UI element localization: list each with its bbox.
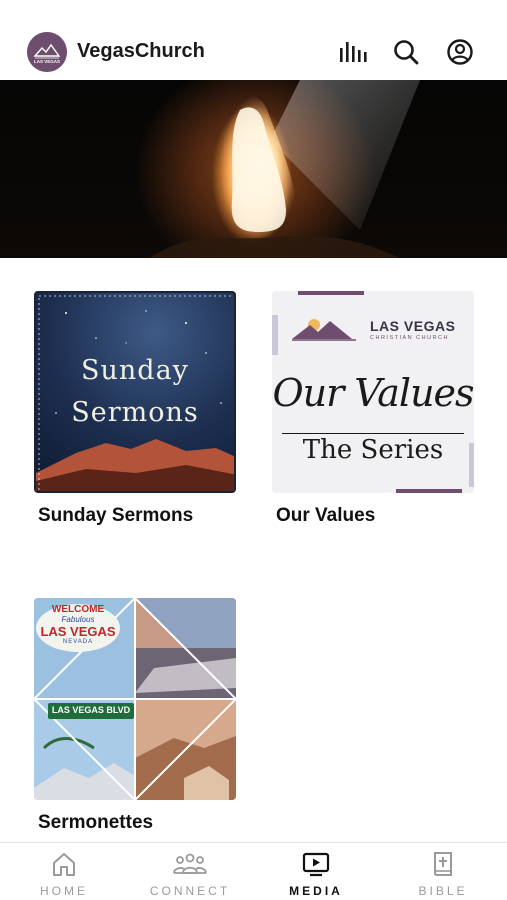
thumb-title-line1: Sunday — [81, 355, 189, 386]
sunday-sermons-thumbnail[interactable]: Sunday Sermons — [34, 291, 236, 493]
card-title[interactable]: Sunday Sermons — [38, 505, 193, 527]
nav-label-home: HOME — [40, 884, 88, 898]
hero-banner-image[interactable] — [0, 80, 507, 258]
nav-label-connect: CONNECT — [149, 884, 231, 898]
app-header: LAS VEGAS VegasChurch — [0, 0, 507, 80]
tv-play-icon — [302, 852, 330, 877]
nav-tab-media[interactable]: MEDIA — [253, 843, 379, 900]
account-icon[interactable] — [444, 36, 476, 68]
nav-label-media: MEDIA — [289, 884, 343, 898]
script-title: Our Values — [272, 371, 474, 415]
logo-mountain-icon — [27, 32, 67, 72]
bottom-navigation-bar: HOME CONNECT MEDIA BIBLE — [0, 842, 507, 900]
nav-tab-home[interactable]: HOME — [1, 843, 127, 900]
accent-bar-bottom — [396, 489, 462, 493]
cave-light-image — [150, 80, 420, 258]
thumb-title-line2: Sermons — [71, 397, 199, 428]
church-logo[interactable]: LAS VEGAS — [27, 32, 67, 72]
brand-subname: CHRISTIAN CHURCH — [370, 335, 449, 341]
people-icon — [173, 853, 207, 874]
mountain-logo-icon — [292, 319, 356, 341]
logo-text: LAS VEGAS — [33, 59, 60, 64]
street-sign-text: LAS VEGAS BLVD — [51, 705, 131, 715]
our-values-thumbnail[interactable]: LAS VEGAS CHRISTIAN CHURCH Our Values Th… — [272, 291, 474, 493]
nav-tab-connect[interactable]: CONNECT — [127, 843, 253, 900]
nav-label-bible: BIBLE — [418, 884, 468, 898]
nav-tab-bible[interactable]: BIBLE — [380, 843, 506, 900]
starry-night-image — [36, 295, 234, 491]
sermonettes-thumbnail[interactable]: WELCOME Fabulous LAS VEGAS NEVADA LAS VE… — [34, 598, 236, 800]
card-title[interactable]: Sermonettes — [38, 812, 153, 834]
search-icon[interactable] — [390, 36, 422, 68]
sign-nevada: NEVADA — [62, 639, 94, 645]
bible-icon — [434, 852, 452, 876]
title-divider — [282, 433, 464, 434]
home-icon — [53, 853, 75, 876]
accent-bar-top — [298, 291, 364, 295]
app-title: VegasChurch — [77, 40, 205, 62]
audio-bars-icon[interactable] — [336, 36, 368, 68]
sign-main: LAS VEGAS — [40, 624, 116, 639]
brand-name: LAS VEGAS — [370, 318, 456, 334]
series-subtitle: The Series — [302, 435, 444, 465]
sign-fabulous: Fabulous — [61, 615, 95, 624]
accent-bar-left — [272, 315, 278, 355]
sign-welcome: WELCOME — [51, 604, 105, 615]
card-title[interactable]: Our Values — [276, 505, 375, 527]
